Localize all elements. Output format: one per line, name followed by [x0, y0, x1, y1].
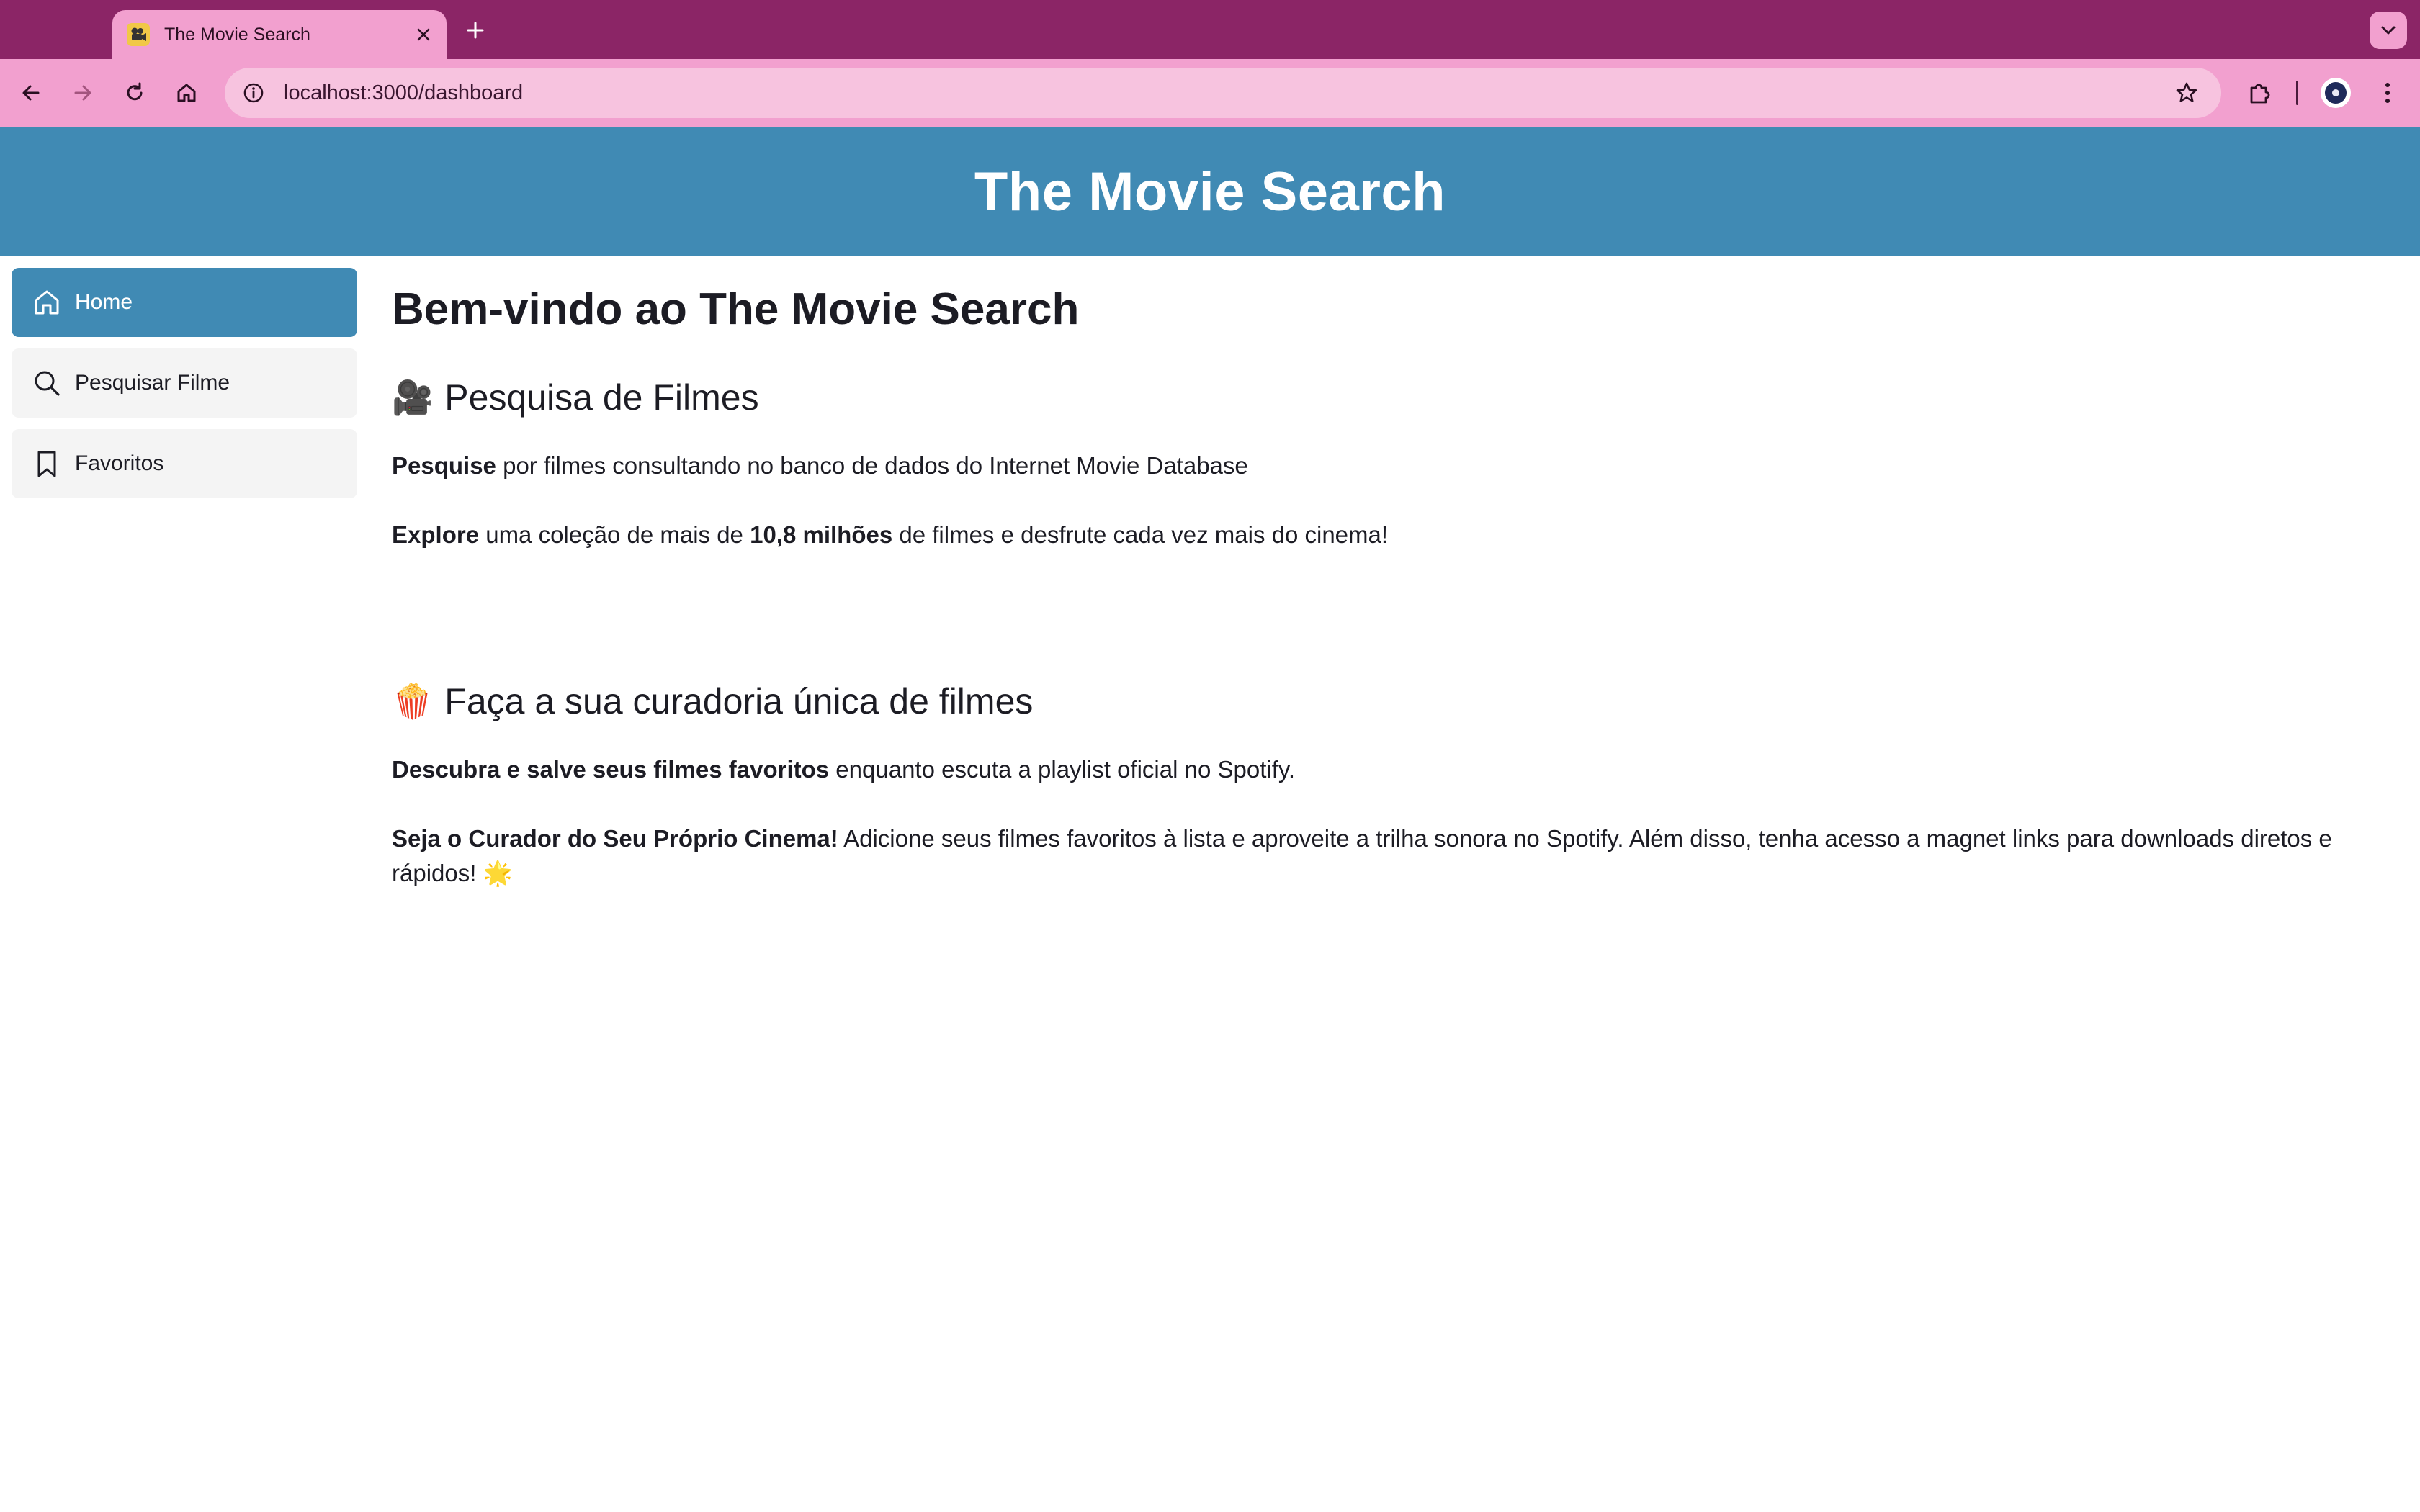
browser-toolbar: localhost:3000/dashboard — [0, 59, 2420, 127]
text: por filmes consultando no banco de dados… — [496, 452, 1248, 479]
tab-search-chevron-icon[interactable] — [2370, 12, 2407, 49]
sidebar-item-home[interactable]: Home — [12, 268, 357, 337]
section-title: Pesquisa de Filmes — [444, 377, 759, 418]
sidebar-item-label: Pesquisar Filme — [75, 371, 230, 395]
sidebar: Home Pesquisar Filme Favoritos — [12, 268, 357, 510]
extensions-puzzle-icon[interactable] — [2241, 75, 2277, 111]
movie-camera-favicon-icon — [127, 23, 150, 46]
bold-text: Seja o Curador do Seu Próprio Cinema! — [392, 825, 838, 852]
text: enquanto escuta a playlist oficial no Sp… — [829, 756, 1296, 783]
bold-text: Pesquise — [392, 452, 496, 479]
home-icon — [30, 286, 63, 319]
section-heading-curation: 🍿 Faça a sua curadoria única de filmes — [392, 680, 2394, 722]
toolbar-divider — [2296, 81, 2298, 105]
bold-text: Descubra e salve seus filmes favoritos — [392, 756, 830, 783]
browser-tabstrip: The Movie Search — [0, 0, 2420, 59]
bookmark-icon — [30, 447, 63, 480]
bold-text: 10,8 milhões — [750, 521, 893, 548]
text: de filmes e desfrute cada vez mais do ci… — [892, 521, 1389, 548]
sidebar-item-search-movie[interactable]: Pesquisar Filme — [12, 348, 357, 418]
site-info-icon[interactable] — [239, 78, 268, 107]
section-heading-movie-search: 🎥 Pesquisa de Filmes — [392, 377, 2394, 418]
popcorn-icon: 🍿 — [392, 681, 434, 721]
url-text: localhost:3000/dashboard — [284, 81, 524, 104]
movie-camera-icon: 🎥 — [392, 377, 434, 417]
bookmark-star-icon[interactable] — [2171, 77, 2202, 109]
browser-menu-kebab-icon[interactable] — [2370, 75, 2406, 111]
discover-paragraph: Descubra e salve seus filmes favoritos e… — [392, 752, 2394, 787]
browser-tab[interactable]: The Movie Search — [112, 10, 447, 59]
page-title: Bem-vindo ao The Movie Search — [392, 284, 1080, 334]
reload-icon[interactable] — [117, 75, 153, 111]
sidebar-item-label: Home — [75, 290, 133, 314]
app-header: The Movie Search — [0, 127, 2420, 256]
profile-avatar-icon[interactable] — [2321, 78, 2351, 108]
app-title: The Movie Search — [974, 161, 1446, 222]
address-bar[interactable]: localhost:3000/dashboard — [225, 68, 2221, 118]
new-tab-icon[interactable] — [460, 14, 491, 46]
text: uma coleção de mais de — [479, 521, 750, 548]
bold-text: Explore — [392, 521, 480, 548]
home-browser-icon[interactable] — [169, 75, 205, 111]
search-icon — [30, 366, 63, 400]
forward-arrow-icon[interactable] — [65, 75, 101, 111]
curator-paragraph: Seja o Curador do Seu Próprio Cinema! Ad… — [392, 822, 2394, 891]
search-paragraph: Pesquise por filmes consultando no banco… — [392, 449, 2394, 483]
sidebar-item-favorites[interactable]: Favoritos — [12, 429, 357, 498]
star-icon: 🌟 — [483, 860, 513, 886]
main-content: Bem-vindo ao The Movie Search 🎥 Pesquisa… — [392, 274, 2394, 891]
sidebar-item-label: Favoritos — [75, 451, 164, 475]
tab-close-icon[interactable] — [409, 20, 438, 49]
tab-title: The Movie Search — [164, 24, 310, 45]
explore-paragraph: Explore uma coleção de mais de 10,8 milh… — [392, 518, 2394, 552]
back-arrow-icon[interactable] — [13, 75, 49, 111]
section-title: Faça a sua curadoria única de filmes — [444, 681, 1034, 721]
